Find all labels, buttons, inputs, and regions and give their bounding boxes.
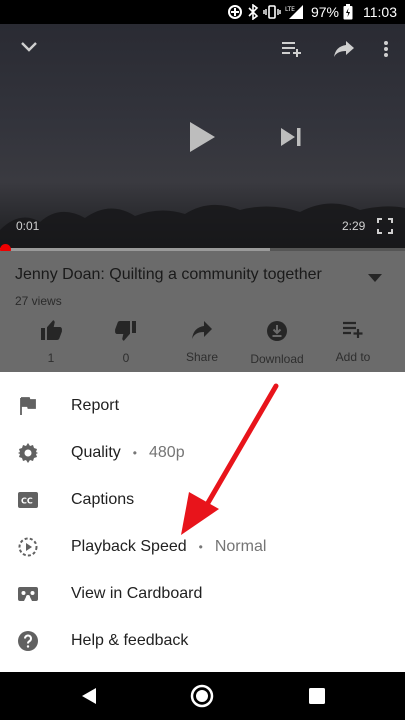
share-icon [191,320,213,345]
menu-item-captions[interactable]: CC Captions [0,476,405,523]
download-icon [266,320,288,347]
captions-icon: CC [17,489,39,511]
status-bar: LTE 97% 11:03 [0,0,405,24]
menu-item-label: Playback Speed [71,537,187,555]
like-count: 1 [47,351,55,365]
menu-item-label: Captions [71,490,135,508]
fullscreen-icon[interactable] [376,217,394,235]
add-to-label: Add to [335,350,371,364]
thumb-up-icon [40,320,62,346]
menu-item-cardboard[interactable]: View in Cardboard [0,570,405,617]
playlist-add-icon [342,320,364,345]
quality-value: 480p [149,443,185,461]
lte-signal-icon: LTE [285,4,305,20]
download-label: Download [250,352,304,366]
svg-text:CC: CC [21,496,33,505]
battery-percent: 97% [310,4,339,20]
video-title[interactable]: Jenny Doan: Quilting a community togethe… [15,266,355,284]
share-video-icon[interactable] [332,38,356,60]
menu-item-quality[interactable]: Quality • 480p [0,429,405,476]
playback-speed-icon [17,536,39,558]
like-button[interactable]: 1 [16,320,86,365]
share-label: Share [185,350,219,364]
add-to-button[interactable]: Add to [318,320,388,364]
menu-item-label: Help & feedback [71,631,189,649]
clock: 11:03 [363,4,397,20]
thumb-down-icon [115,320,137,346]
cardboard-icon [17,583,39,605]
back-icon[interactable] [77,684,101,708]
menu-item-playback-speed[interactable]: Playback Speed • Normal [0,523,405,570]
more-options-icon[interactable] [378,38,394,60]
expand-description-icon[interactable] [368,270,382,288]
dislike-count: 0 [122,351,130,365]
menu-item-label: View in Cardboard [71,584,203,602]
separator-dot: • [198,539,203,554]
bluetooth-icon [247,4,259,20]
vibrate-icon [263,4,281,20]
video-frame-treeline [0,203,405,250]
gear-icon [17,442,39,464]
minimize-chevron-icon[interactable] [18,36,40,58]
current-time: 0:01 [16,219,40,233]
status-icons: LTE 97% 11:03 [227,3,397,21]
view-count: 27 views [15,294,62,308]
help-icon [17,630,39,652]
menu-item-report[interactable]: Report [0,382,405,429]
separator-dot: • [132,445,137,460]
navigation-bar [0,672,405,720]
next-video-icon[interactable] [278,125,304,149]
dislike-button[interactable]: 0 [91,320,161,365]
download-button[interactable]: Download [242,320,312,366]
battery-icon [343,4,353,20]
recents-icon[interactable] [305,684,329,708]
play-icon[interactable] [186,120,218,154]
menu-item-label: Quality [71,443,121,461]
share-button[interactable]: Share [167,320,237,364]
menu-item-label: Report [71,396,120,414]
playback-speed-value: Normal [214,537,267,555]
options-bottom-sheet: Report Quality • 480p CC Captions Playba… [0,372,405,672]
flag-icon [17,395,39,417]
add-to-queue-icon[interactable] [280,38,304,60]
data-saver-icon [227,4,243,20]
menu-item-help[interactable]: Help & feedback [0,617,405,664]
duration: 2:29 [342,219,366,233]
home-icon[interactable] [190,684,214,708]
svg-text:LTE: LTE [285,6,295,13]
